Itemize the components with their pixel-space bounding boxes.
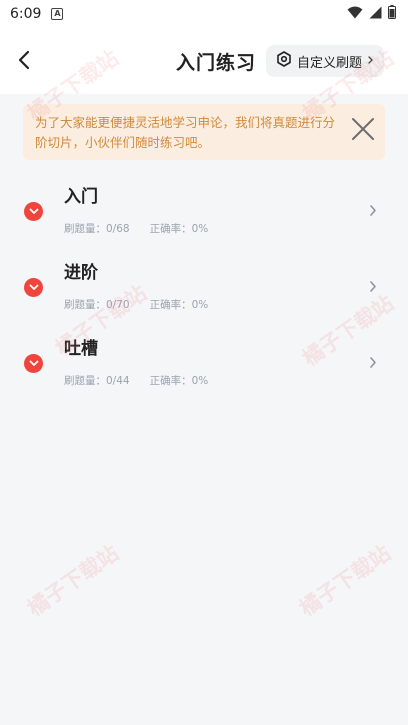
settings-hexagon-icon xyxy=(276,51,292,71)
status-right xyxy=(347,5,396,23)
custom-practice-button[interactable]: 自定义刷题 xyxy=(265,45,384,77)
question-count: 刷题量：0/44 xyxy=(64,375,130,387)
watermark: 橘子下载站 xyxy=(23,540,123,621)
notice-close-button[interactable] xyxy=(349,118,377,146)
wifi-icon xyxy=(347,6,363,23)
chevron-right-icon xyxy=(366,202,380,218)
status-bar: 6:09 A xyxy=(0,0,408,28)
chevron-right-icon xyxy=(366,354,380,370)
level-stats: 刷题量：0/44 正确率：0% xyxy=(64,373,208,388)
level-title: 进阶 xyxy=(64,263,98,283)
expand-chevron-down-icon[interactable] xyxy=(24,278,43,297)
level-item-basic[interactable]: 入门 刷题量：0/68 正确率：0% xyxy=(0,172,408,248)
accuracy-rate: 正确率：0% xyxy=(149,375,209,387)
back-button[interactable] xyxy=(10,48,38,76)
watermark: 橘子下载站 xyxy=(295,540,395,621)
notice-banner: 为了大家能更便捷灵活地学习申论，我们将真题进行分阶切片，小伙伴们随时练习吧。 xyxy=(23,104,385,160)
accuracy-rate: 正确率：0% xyxy=(149,223,209,235)
question-count: 刷题量：0/68 xyxy=(64,223,130,235)
level-list: 入门 刷题量：0/68 正确率：0% 进阶 刷题量：0/70 正确率：0% 吐槽… xyxy=(0,172,408,400)
battery-icon xyxy=(388,5,396,23)
notification-app-icon: A xyxy=(51,8,64,20)
level-item-advanced[interactable]: 进阶 刷题量：0/70 正确率：0% xyxy=(0,248,408,324)
status-left: 6:09 A xyxy=(10,6,64,22)
chevron-right-icon xyxy=(366,278,380,294)
chevron-left-icon xyxy=(17,50,31,74)
expand-chevron-down-icon[interactable] xyxy=(24,354,43,373)
chevron-right-icon xyxy=(367,54,374,69)
notice-text: 为了大家能更便捷灵活地学习申论，我们将真题进行分阶切片，小伙伴们随时练习吧。 xyxy=(35,115,336,150)
question-count: 刷题量：0/70 xyxy=(64,299,130,311)
level-stats: 刷题量：0/68 正确率：0% xyxy=(64,221,208,236)
accuracy-rate: 正确率：0% xyxy=(149,299,209,311)
level-stats: 刷题量：0/70 正确率：0% xyxy=(64,297,208,312)
level-title: 吐槽 xyxy=(64,339,98,359)
close-icon xyxy=(351,117,375,147)
expand-chevron-down-icon[interactable] xyxy=(24,202,43,221)
custom-practice-label: 自定义刷题 xyxy=(296,55,362,71)
status-time: 6:09 xyxy=(10,6,42,22)
signal-icon xyxy=(369,6,382,23)
level-item-complaints[interactable]: 吐槽 刷题量：0/44 正确率：0% xyxy=(0,324,408,400)
level-title: 入门 xyxy=(64,187,98,207)
header-bar: 入门练习 自定义刷题 xyxy=(0,28,408,94)
